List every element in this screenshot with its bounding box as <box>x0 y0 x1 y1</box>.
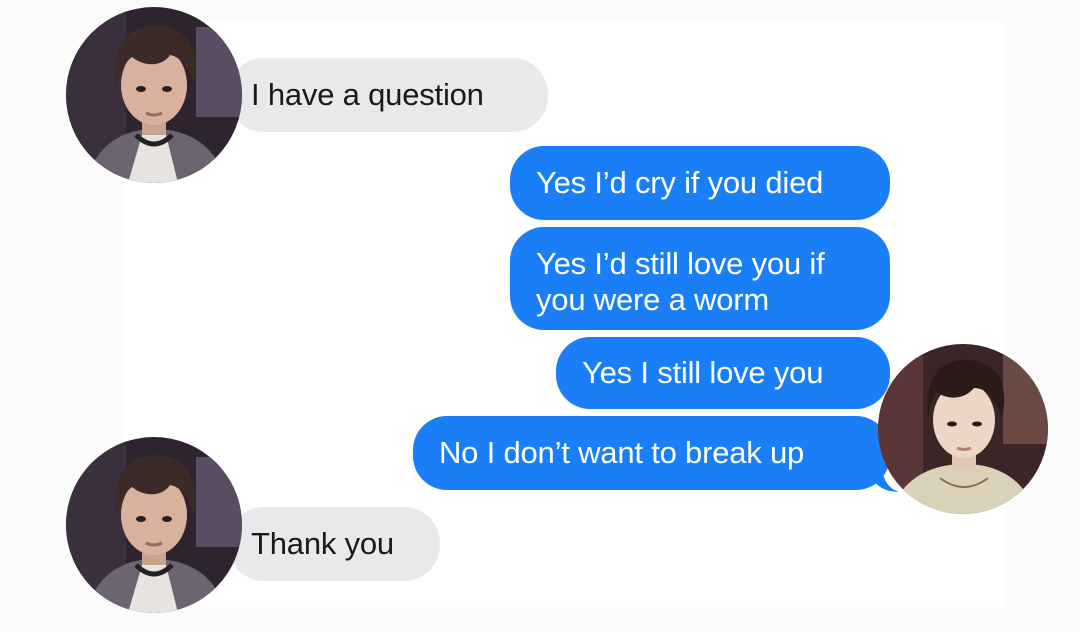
user-avatar[interactable] <box>878 344 1048 514</box>
message-text: Yes I’d cry if you died <box>536 165 824 200</box>
message-text: No I don’t want to break up <box>439 435 805 470</box>
message-text: Yes I still love you <box>582 355 824 390</box>
message-bubble-outgoing[interactable]: Yes I’d still love you if you were a wor… <box>510 227 890 330</box>
message-bubble-outgoing[interactable]: No I don’t want to break up <box>413 416 890 490</box>
contact-avatar[interactable] <box>66 7 242 183</box>
message-bubble-outgoing[interactable]: Yes I’d cry if you died <box>510 146 890 220</box>
person-photo-icon <box>66 7 242 183</box>
message-text: I have a question <box>251 77 484 112</box>
message-text: Thank you <box>251 526 394 561</box>
message-text: Yes I’d still love you if you were a wor… <box>536 246 825 317</box>
message-bubble-outgoing[interactable]: Yes I still love you <box>556 337 890 409</box>
contact-avatar[interactable] <box>66 437 242 613</box>
person-photo-icon <box>66 437 242 613</box>
person-photo-icon <box>878 344 1048 514</box>
message-bubble-incoming[interactable]: Thank you <box>228 507 440 581</box>
message-bubble-incoming[interactable]: I have a question <box>228 58 548 132</box>
